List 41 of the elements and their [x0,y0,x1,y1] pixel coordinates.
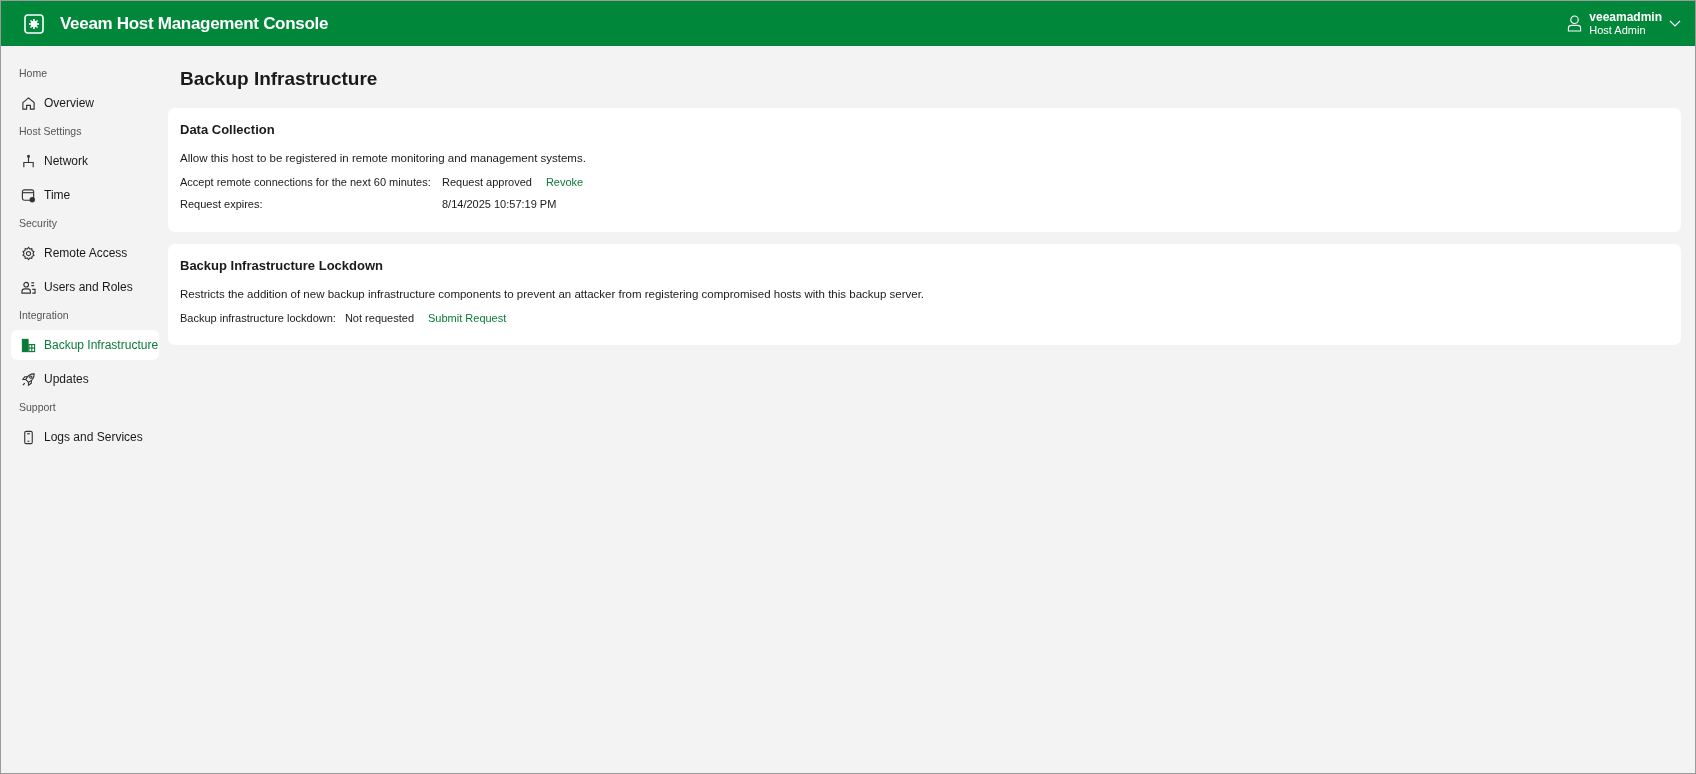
logo-icon [24,13,44,34]
nav-item[interactable]: Users and Roles [11,272,159,302]
user-menu[interactable]: veeamadmin Host Admin [1567,10,1681,37]
field-value: 8/14/2025 10:57:19 PM [442,198,557,212]
action-link[interactable]: Submit Request [428,312,507,333]
users-icon [21,279,36,295]
nav-item[interactable]: Network [11,146,159,176]
user-role: Host Admin [1589,23,1647,37]
nav-section-label: Support [18,400,57,415]
nav-item[interactable]: Overview [11,88,159,118]
field-label: Accept remote connections for the next 60 minutes: [180,176,432,190]
chevron-down-icon [1669,19,1681,28]
field-label: Backup infrastructure lockdown: [180,312,336,326]
card-description: Restricts the addition of new backup infrastructure components to prevent an attacker from registering compromised hosts with this backup server. [180,288,926,300]
card-title: Data Collection [180,122,276,137]
app-title: Veeam Host Management Console [60,13,329,34]
network-icon [21,153,36,169]
calendar-gear-icon [21,187,36,203]
nav-item[interactable]: Logs and Services [11,422,159,452]
server-icon [21,337,36,353]
nav-item[interactable]: Updates [11,364,159,394]
nav-section-label: Integration [18,308,70,323]
nav-item[interactable]: Time [11,180,159,210]
rocket-icon [21,371,36,387]
nav-section-label: Host Settings [18,124,83,139]
nav-item[interactable]: Backup Infrastructure [11,330,159,360]
nav-section-label: Security [18,216,58,231]
nav-item[interactable]: Remote Access [11,238,159,268]
field-value: Not requested [344,312,415,326]
user-icon [1567,15,1583,32]
gear-icon [21,245,36,261]
card-description: Allow this host to be registered in remote monitoring and management systems. [180,152,587,164]
user-name: veeamadmin [1589,10,1662,24]
nav-section-label: Home [18,66,48,81]
field-label: Request expires: [180,198,264,212]
action-link[interactable]: Revoke [545,176,584,198]
page-title: Backup Infrastructure [180,68,379,91]
field-value: Request approved [442,176,532,190]
phone-icon [21,429,36,445]
card-title: Backup Infrastructure Lockdown [180,258,384,273]
home-icon [21,95,36,111]
